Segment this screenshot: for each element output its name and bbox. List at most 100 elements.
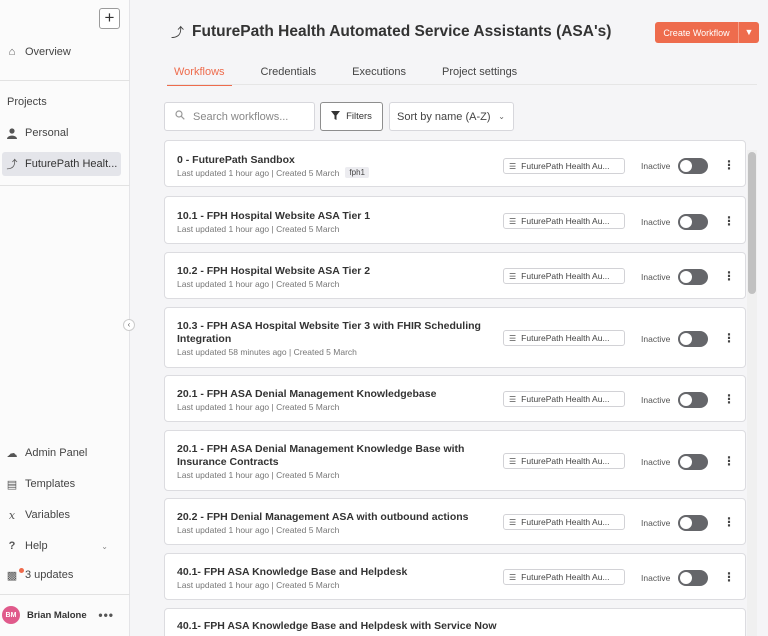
workflow-meta: Last updated 1 hour ago | Created 5 Marc… [177, 224, 339, 234]
create-workflow-label: Create Workflow [663, 27, 730, 38]
search-icon [175, 110, 185, 123]
status-label: Inactive [641, 457, 671, 467]
workflow-card[interactable]: 10.3 - FPH ASA Hospital Website Tier 3 w… [164, 307, 746, 368]
add-button[interactable]: + [99, 8, 120, 29]
workflow-meta-text: Last updated 1 hour ago | Created 5 Marc… [177, 580, 340, 590]
more-options-icon[interactable]: ••• [98, 608, 114, 622]
notification-dot [19, 567, 24, 573]
project-badge-label: FuturePath Health Au... [521, 333, 610, 343]
search-box[interactable] [164, 102, 315, 131]
sidebar-item-project[interactable]: ⤴ FuturePath Healt... [0, 151, 130, 177]
active-toggle[interactable] [678, 392, 708, 408]
project-badge: ☰ FuturePath Health Au... [503, 268, 625, 284]
workflow-tag[interactable]: fph1 [345, 167, 369, 178]
workflow-meta-text: Last updated 1 hour ago | Created 5 Marc… [177, 167, 340, 178]
workflow-card[interactable]: 40.1- FPH ASA Knowledge Base and Helpdes… [164, 608, 746, 636]
sidebar-item-overview[interactable]: ⌂ Overview [0, 39, 130, 65]
workflow-name[interactable]: 20.1 - FPH ASA Denial Management Knowled… [177, 388, 507, 401]
status-label: Inactive [641, 272, 671, 282]
user-menu[interactable]: BM Brian Malone ••• [0, 602, 130, 628]
project-badge-label: FuturePath Health Au... [521, 572, 610, 582]
workflow-meta-text: Last updated 58 minutes ago | Created 5 … [177, 347, 357, 357]
project-badge-label: FuturePath Health Au... [521, 517, 610, 527]
kebab-menu-icon[interactable]: ⋮ [723, 270, 735, 282]
tab-project-settings[interactable]: Project settings [435, 66, 524, 86]
chevron-down-icon: ⌄ [498, 112, 505, 121]
status-label: Inactive [641, 161, 671, 171]
sidebar-item-label: Templates [25, 478, 76, 490]
kebab-menu-icon[interactable]: ⋮ [723, 455, 735, 467]
workflow-card[interactable]: 10.1 - FPH Hospital Website ASA Tier 1 L… [164, 196, 746, 244]
project-badge: ☰ FuturePath Health Au... [503, 569, 625, 585]
sort-select[interactable]: Sort by name (A-Z) ⌄ [389, 102, 514, 131]
workflow-name[interactable]: 10.2 - FPH Hospital Website ASA Tier 2 [177, 265, 507, 278]
scrollbar[interactable] [747, 150, 757, 636]
workflow-card[interactable]: 20.1 - FPH ASA Denial Management Knowled… [164, 375, 746, 422]
scrollbar-thumb[interactable] [748, 152, 756, 294]
page-title: FuturePath Health Automated Service Assi… [192, 22, 612, 40]
sidebar-item-label: Variables [25, 509, 71, 521]
kebab-menu-icon[interactable]: ⋮ [723, 516, 735, 528]
sidebar-item-admin-panel[interactable]: ☁ Admin Panel [0, 440, 130, 466]
active-toggle[interactable] [678, 454, 708, 470]
user-name: Brian Malone [27, 609, 87, 621]
workflow-card[interactable]: 20.1 - FPH ASA Denial Management Knowled… [164, 430, 746, 491]
workflow-name[interactable]: 40.1- FPH ASA Knowledge Base and Helpdes… [177, 620, 507, 633]
sidebar-item-templates[interactable]: ▤ Templates [0, 471, 130, 497]
active-toggle[interactable] [678, 269, 708, 285]
active-toggle[interactable] [678, 214, 708, 230]
project-badge: ☰ FuturePath Health Au... [503, 213, 625, 229]
workflow-meta-text: Last updated 1 hour ago | Created 5 Marc… [177, 525, 340, 535]
active-toggle[interactable] [678, 331, 708, 347]
workflow-name[interactable]: 10.1 - FPH Hospital Website ASA Tier 1 [177, 210, 507, 223]
tab-credentials[interactable]: Credentials [254, 66, 324, 86]
workflow-meta-text: Last updated 1 hour ago | Created 5 Marc… [177, 224, 340, 234]
sidebar-item-personal[interactable]: Personal [0, 120, 130, 146]
active-toggle[interactable] [678, 158, 708, 174]
project-badge-label: FuturePath Health Au... [521, 161, 610, 171]
workflow-meta: Last updated 1 hour ago | Created 5 Marc… [177, 279, 339, 289]
project-badge: ☰ FuturePath Health Au... [503, 158, 625, 174]
status-label: Inactive [641, 518, 671, 528]
sidebar-divider [0, 594, 130, 595]
page-header: ⤴ FuturePath Health Automated Service As… [171, 22, 611, 41]
kebab-menu-icon[interactable]: ⋮ [723, 571, 735, 583]
sidebar-item-label: Overview [25, 46, 71, 58]
workflow-card[interactable]: 10.2 - FPH Hospital Website ASA Tier 2 L… [164, 252, 746, 299]
tab-workflows[interactable]: Workflows [167, 66, 232, 86]
kebab-menu-icon[interactable]: ⋮ [723, 215, 735, 227]
variables-icon: x [8, 508, 16, 522]
workflow-meta-text: Last updated 1 hour ago | Created 5 Marc… [177, 402, 340, 412]
sidebar-item-label: Help [25, 540, 48, 552]
workflow-name[interactable]: 0 - FuturePath Sandbox [177, 154, 507, 167]
chevron-down-icon[interactable]: ▼ [738, 22, 759, 43]
filters-button[interactable]: Filters [320, 102, 383, 131]
sidebar-item-label: FuturePath Healt... [25, 158, 118, 170]
project-badge-label: FuturePath Health Au... [521, 394, 610, 404]
filters-label: Filters [346, 111, 372, 122]
kebab-menu-icon[interactable]: ⋮ [723, 159, 735, 171]
active-toggle[interactable] [678, 515, 708, 531]
create-workflow-button[interactable]: Create Workflow ▼ [655, 22, 759, 43]
workflow-card[interactable]: 0 - FuturePath Sandbox Last updated 1 ho… [164, 140, 746, 187]
search-input[interactable] [193, 110, 303, 123]
workflow-name[interactable]: 20.2 - FPH Denial Management ASA with ou… [177, 511, 507, 524]
workflow-meta: Last updated 1 hour ago | Created 5 Marc… [177, 525, 339, 535]
kebab-menu-icon[interactable]: ⋮ [723, 332, 735, 344]
layers-icon: ☰ [509, 456, 517, 466]
workflow-name[interactable]: 20.1 - FPH ASA Denial Management Knowled… [177, 443, 507, 469]
workflow-name[interactable]: 40.1- FPH ASA Knowledge Base and Helpdes… [177, 566, 507, 579]
workflow-card[interactable]: 20.2 - FPH Denial Management ASA with ou… [164, 498, 746, 545]
tab-executions[interactable]: Executions [345, 66, 413, 86]
workflow-card[interactable]: 40.1- FPH ASA Knowledge Base and Helpdes… [164, 553, 746, 600]
kebab-menu-icon[interactable]: ⋮ [723, 393, 735, 405]
sidebar: + ⌂ Overview Projects Personal ⤴ FutureP… [0, 0, 135, 636]
workflow-name[interactable]: 10.3 - FPH ASA Hospital Website Tier 3 w… [177, 320, 507, 346]
layers-icon: ☰ [509, 216, 517, 226]
status-label: Inactive [641, 395, 671, 405]
active-toggle[interactable] [678, 570, 708, 586]
sidebar-item-updates[interactable]: ▩ 3 updates [0, 562, 130, 588]
sidebar-item-help[interactable]: ? Help ⌄ [0, 533, 130, 559]
workflow-meta: Last updated 1 hour ago | Created 5 Marc… [177, 167, 369, 178]
sidebar-item-variables[interactable]: x Variables [0, 502, 130, 528]
